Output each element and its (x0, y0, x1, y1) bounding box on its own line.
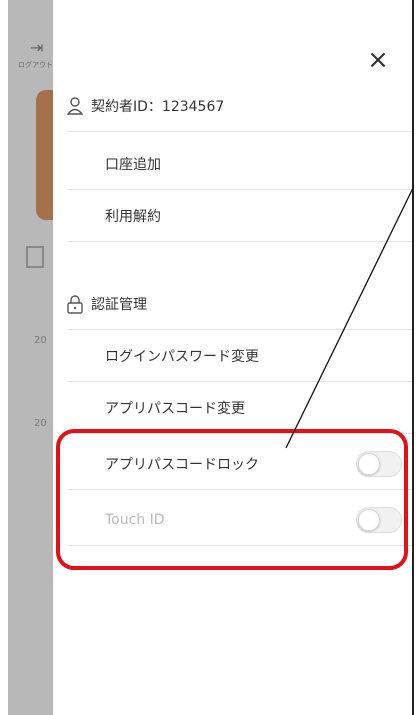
menu-item-app-passcode-change[interactable]: アプリパスコード変更 (67, 382, 412, 434)
menu-item-cancel-usage[interactable]: 利用解約 (67, 190, 412, 242)
annotation-highlight-box (56, 429, 408, 570)
background-app: ⇥ ログアウト 20 20 (8, 0, 60, 715)
account-add-label: 口座追加 (105, 156, 161, 173)
user-icon (67, 96, 83, 115)
year-label: 20 (34, 335, 47, 346)
lock-icon (67, 294, 83, 314)
side-menu: × 契約者ID：1234567 口座追加 利用解約 認証管理 ログインパスワード… (53, 0, 412, 715)
auth-section-header: 認証管理 (67, 278, 412, 330)
menu-item-login-password[interactable]: ログインパスワード変更 (67, 330, 412, 382)
contractor-id-row: 契約者ID：1234567 (67, 80, 412, 132)
logout-label: ログアウト (18, 61, 53, 69)
document-icon (26, 246, 44, 268)
close-button[interactable]: × (363, 45, 393, 75)
auth-section-label: 認証管理 (91, 296, 147, 313)
logout-icon: ⇥ (30, 38, 44, 57)
cancel-usage-label: 利用解約 (105, 208, 161, 225)
login-password-label: ログインパスワード変更 (105, 348, 259, 365)
app-passcode-change-label: アプリパスコード変更 (105, 400, 245, 417)
year-label: 20 (34, 418, 47, 429)
menu-item-account-add[interactable]: 口座追加 (67, 138, 412, 190)
contractor-id-label: 契約者ID：1234567 (91, 98, 225, 115)
